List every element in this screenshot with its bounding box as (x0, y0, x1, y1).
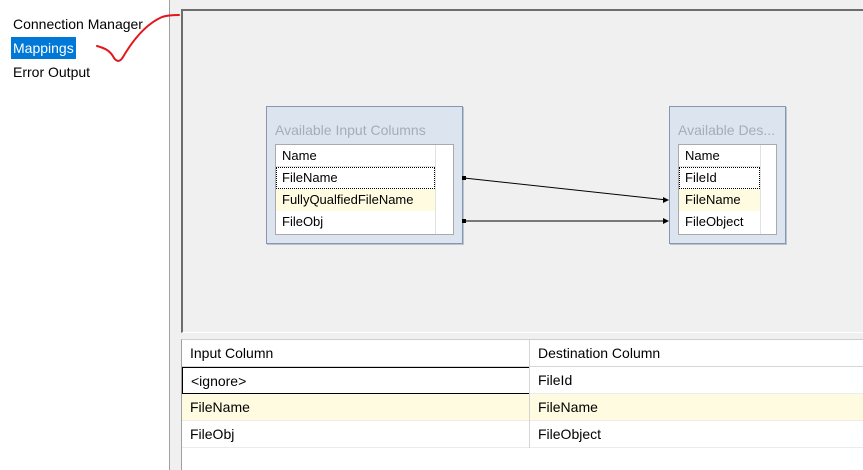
destination-column-filename[interactable]: FileName (679, 189, 760, 211)
grid-header-input-column[interactable]: Input Column (182, 340, 530, 367)
mapping-row-1-destination[interactable]: FileId (530, 367, 863, 394)
nav-item-connection-manager[interactable]: Connection Manager (11, 13, 145, 35)
destination-grid-header: Name (679, 145, 760, 167)
connector-filename-to-filename[interactable] (463, 177, 668, 201)
mapping-row-3-destination[interactable]: FileObject (530, 421, 863, 448)
available-input-columns-box[interactable]: Available Input Columns Name FileName Fu… (266, 106, 463, 244)
input-box-title: Available Input Columns (275, 122, 426, 138)
nav-item-error-output[interactable]: Error Output (11, 61, 92, 83)
destination-grid-scroll-separator (760, 145, 761, 234)
input-grid-header: Name (276, 145, 435, 167)
input-columns-grid: Name FileName FullyQualfiedFileName File… (275, 144, 454, 235)
mapping-row-1-input[interactable]: <ignore> (182, 367, 530, 394)
mapping-row-2-destination[interactable]: FileName (530, 394, 863, 421)
destination-column-fileid[interactable]: FileId (679, 167, 760, 189)
destination-columns-grid: Name FileId FileName FileObject (678, 144, 777, 235)
available-destination-columns-box[interactable]: Available Des... Name FileId FileName Fi… (669, 106, 786, 244)
grid-header-destination-column[interactable]: Destination Column (530, 340, 863, 367)
mapping-diagram-canvas[interactable]: Available Input Columns Name FileName Fu… (181, 9, 863, 333)
input-grid-scroll-separator (435, 145, 436, 234)
destination-box-title: Available Des... (678, 122, 776, 138)
mapping-row-3-input[interactable]: FileObj (182, 421, 530, 448)
input-column-filename[interactable]: FileName (276, 167, 435, 189)
input-column-fileobj[interactable]: FileObj (276, 211, 435, 233)
destination-column-fileobject[interactable]: FileObject (679, 211, 760, 233)
input-column-fullyqualfiedfilename[interactable]: FullyQualfiedFileName (276, 189, 435, 211)
mapping-row-2-input[interactable]: FileName (182, 394, 530, 421)
mapping-grid: Input Column Destination Column <ignore>… (181, 339, 863, 470)
grid-column-separator[interactable] (529, 340, 530, 448)
nav-item-mappings[interactable]: Mappings (11, 37, 76, 59)
navigation-pane: Connection Manager Mappings Error Output (0, 0, 170, 470)
